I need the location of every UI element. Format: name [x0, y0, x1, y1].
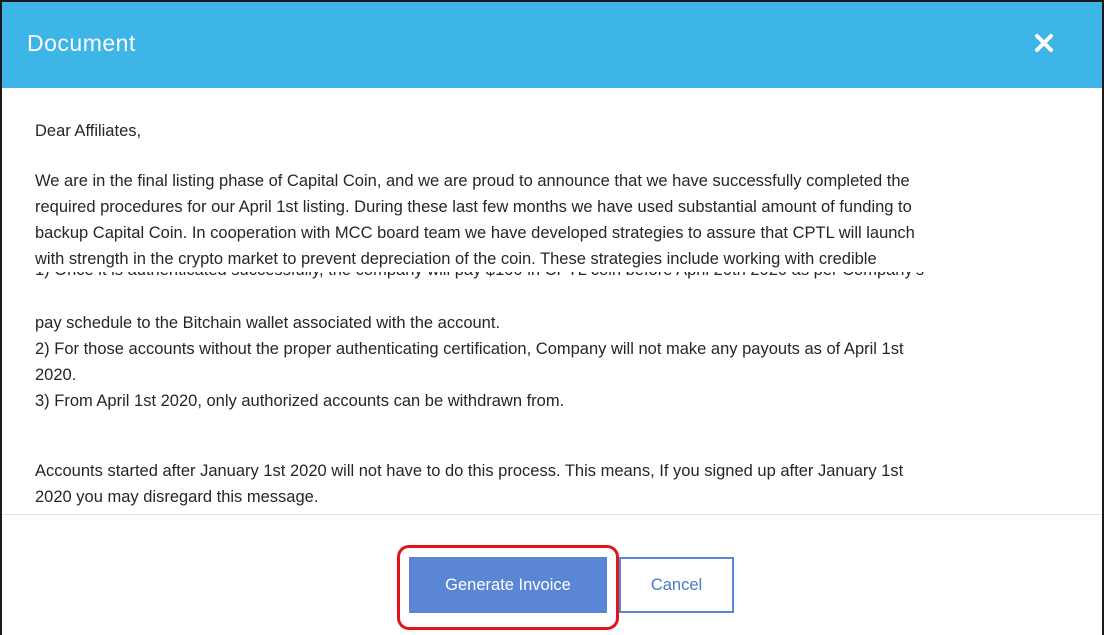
greeting-text: Dear Affiliates,	[35, 122, 142, 140]
list-line: pay schedule to the Bitchain wallet asso…	[35, 314, 501, 332]
close-icon	[1035, 34, 1053, 52]
document-dialog: Document Dear Affiliates, We are in the …	[0, 0, 1104, 635]
clipped-text: 1) Once it is authenticated successfully…	[35, 272, 1085, 282]
paragraph-2-line: Accounts started after January 1st 2020 …	[35, 462, 904, 480]
dialog-title: Document	[27, 30, 136, 56]
paragraph-2-line: 2020 you may disregard this message.	[35, 488, 319, 506]
paragraph-1-line: We are in the final listing phase of Cap…	[35, 172, 910, 190]
footer-divider	[2, 514, 1102, 515]
paragraph-1-line: required procedures for our April 1st li…	[35, 198, 912, 216]
close-button[interactable]	[1029, 28, 1059, 58]
dialog-header: Document	[2, 2, 1102, 88]
paragraph-1-line: with strength in the crypto market to pr…	[35, 250, 877, 268]
list-line: 2) For those accounts without the proper…	[35, 340, 904, 358]
paragraph-1-line: backup Capital Coin. In cooperation with…	[35, 224, 915, 242]
clipped-text-line: 1) Once it is authenticated successfully…	[35, 272, 1085, 282]
paragraph-1: We are in the final listing phase of Cap…	[35, 168, 1085, 272]
paragraph-2: Accounts started after January 1st 2020 …	[35, 458, 1085, 510]
list-line: 2020.	[35, 366, 77, 384]
dialog-body[interactable]: Dear Affiliates, We are in the final lis…	[2, 88, 1102, 515]
instruction-list: pay schedule to the Bitchain wallet asso…	[35, 310, 1085, 414]
generate-invoice-button[interactable]: Generate Invoice	[409, 557, 607, 613]
list-line: 3) From April 1st 2020, only authorized …	[35, 392, 565, 410]
cancel-button[interactable]: Cancel	[619, 557, 734, 613]
